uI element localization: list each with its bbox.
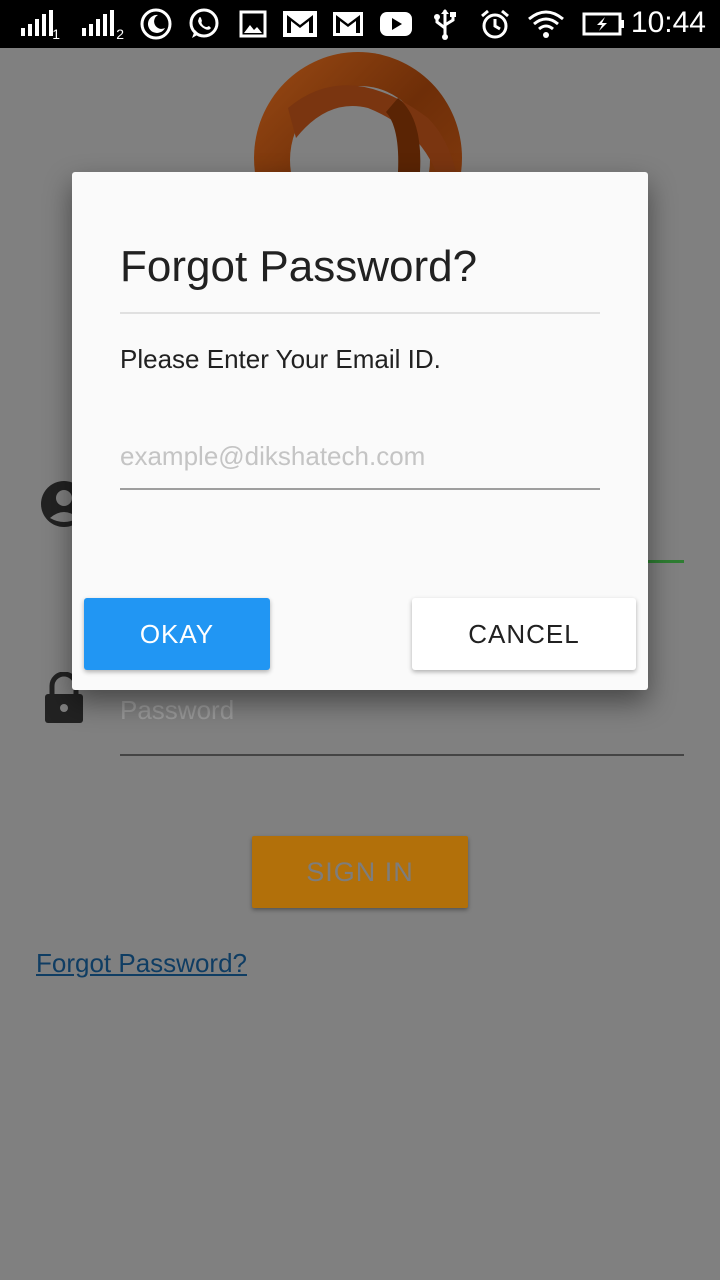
signal-icon: 2 — [72, 8, 124, 42]
image-icon — [238, 8, 268, 40]
okay-button[interactable]: OKAY — [84, 598, 270, 670]
signal-icon: 1 — [14, 8, 60, 42]
email-input[interactable] — [120, 424, 600, 490]
youtube-icon — [378, 8, 414, 40]
sim1-label: 1 — [52, 26, 60, 42]
alarm-icon — [478, 8, 512, 40]
clock: 10:44 — [630, 6, 706, 39]
whatsapp-icon — [186, 8, 222, 40]
divider — [120, 312, 600, 314]
gmail-icon — [282, 8, 318, 40]
sign-in-button: SIGN IN — [252, 836, 468, 908]
forgot-password-link: Forgot Password? — [36, 948, 247, 978]
status-bar: 1 2 10:44 — [0, 0, 720, 48]
password-field: Password — [120, 690, 684, 756]
sim2-label: 2 — [116, 26, 124, 42]
cancel-button[interactable]: CANCEL — [412, 598, 636, 670]
usb-icon — [430, 8, 460, 40]
gmail-icon — [332, 8, 364, 40]
night-mode-icon — [138, 8, 174, 40]
forgot-password-dialog: Forgot Password? Please Enter Your Email… — [72, 172, 648, 690]
battery-charging-icon — [582, 8, 626, 40]
dialog-message: Please Enter Your Email ID. — [120, 344, 441, 374]
dialog-title: Forgot Password? — [120, 242, 478, 291]
app-logo — [248, 48, 468, 172]
wifi-icon — [526, 8, 566, 40]
